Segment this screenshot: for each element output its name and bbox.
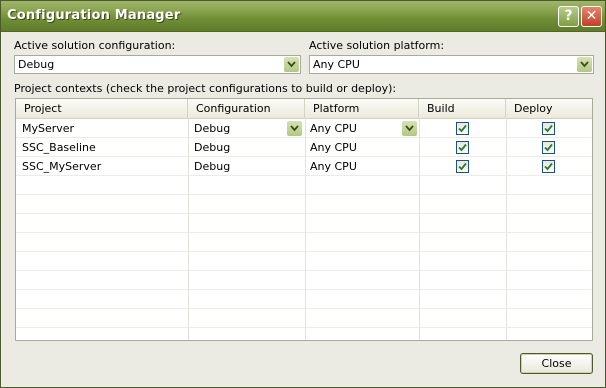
build-checkbox[interactable] [456, 160, 469, 173]
chevron-down-icon[interactable] [284, 57, 299, 72]
deploy-checkbox[interactable] [542, 141, 555, 154]
grid-divider [16, 232, 592, 233]
build-checkbox[interactable] [456, 122, 469, 135]
deploy-checkbox[interactable] [542, 122, 555, 135]
close-button[interactable]: Close [520, 353, 593, 374]
grid-header: Project Configuration Platform Build Dep… [16, 99, 592, 119]
row-configuration-select[interactable]: Debug [194, 119, 230, 138]
deploy-checkbox[interactable] [542, 160, 555, 173]
chevron-down-icon[interactable] [287, 121, 302, 136]
project-contexts-grid: Project Configuration Platform Build Dep… [15, 98, 593, 341]
active-config-value: Debug [18, 58, 55, 71]
grid-divider [16, 137, 592, 138]
grid-divider [16, 175, 592, 176]
configuration-manager-dialog: Configuration Manager ? ✕ Active solutio… [0, 0, 606, 388]
grid-divider [16, 251, 592, 252]
active-platform-value: Any CPU [313, 58, 360, 71]
active-config-combo[interactable]: Debug [14, 55, 301, 74]
title-bar[interactable]: Configuration Manager ? ✕ [1, 1, 605, 32]
grid-divider [16, 156, 592, 157]
build-checkbox[interactable] [456, 141, 469, 154]
row-platform-select[interactable]: Any CPU [310, 119, 357, 138]
chevron-down-icon[interactable] [577, 57, 592, 72]
active-platform-label: Active solution platform: [309, 39, 445, 52]
help-button[interactable]: ? [558, 6, 579, 27]
grid-divider [16, 327, 592, 328]
row-platform[interactable]: Any CPU [310, 157, 357, 176]
column-header-platform[interactable]: Platform [305, 99, 419, 118]
grid-divider [16, 289, 592, 290]
column-header-project[interactable]: Project [16, 99, 188, 118]
active-config-label: Active solution configuration: [14, 39, 176, 52]
grid-divider [16, 308, 592, 309]
row-configuration[interactable]: Debug [194, 157, 230, 176]
column-header-build[interactable]: Build [419, 99, 506, 118]
grid-divider [16, 213, 592, 214]
column-header-deploy[interactable]: Deploy [506, 99, 592, 118]
column-header-configuration[interactable]: Configuration [188, 99, 305, 118]
project-contexts-label: Project contexts (check the project conf… [14, 82, 397, 95]
close-window-button[interactable]: ✕ [581, 6, 602, 27]
grid-divider [16, 194, 592, 195]
row-project-ssc-myserver[interactable]: SSC_MyServer [22, 157, 101, 176]
window-title: Configuration Manager [7, 8, 181, 23]
row-project-ssc-baseline[interactable]: SSC_Baseline [22, 138, 96, 157]
active-platform-combo[interactable]: Any CPU [309, 55, 594, 74]
grid-divider [16, 270, 592, 271]
chevron-down-icon[interactable] [402, 121, 417, 136]
row-configuration[interactable]: Debug [194, 138, 230, 157]
row-project-myserver[interactable]: MyServer [22, 119, 74, 138]
row-platform[interactable]: Any CPU [310, 138, 357, 157]
